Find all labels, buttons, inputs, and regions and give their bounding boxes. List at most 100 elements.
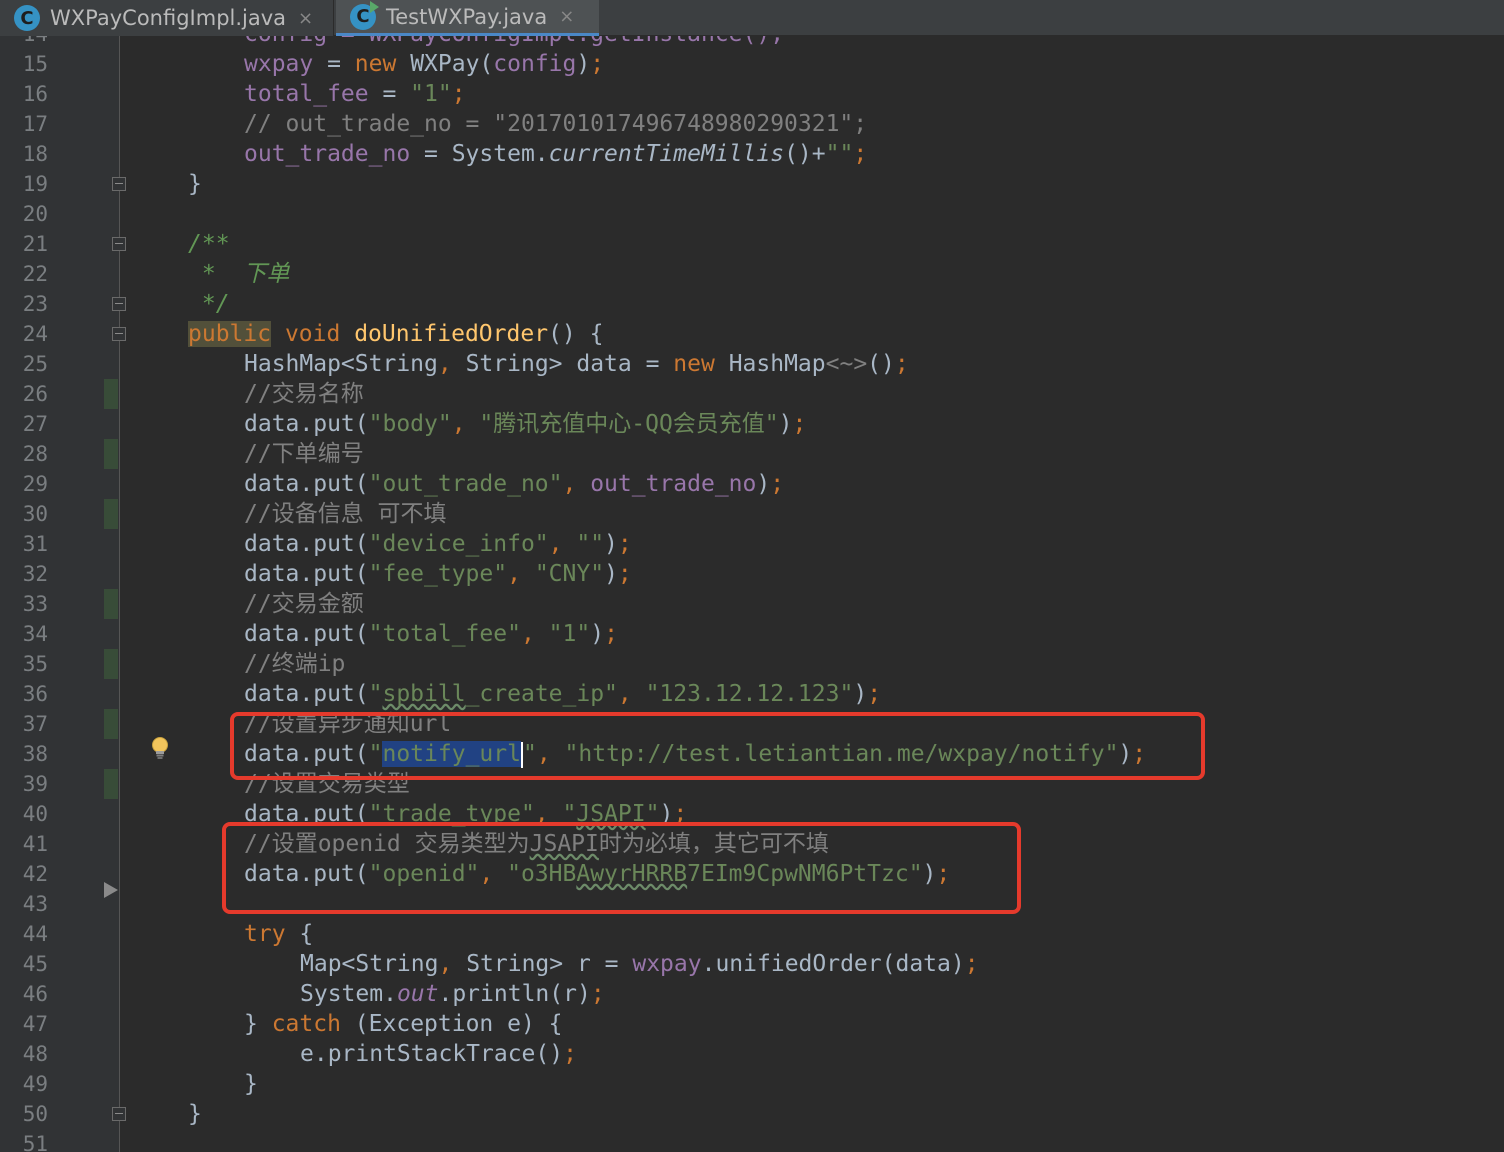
line-number: 17	[22, 112, 48, 136]
code-editor[interactable]: 14 config = WXPayConfigImpl.getInstance(…	[0, 36, 1504, 1152]
code-line: 25 HashMap<String, String> data = new Ha…	[0, 349, 1504, 379]
code-line: 32 data.put("fee_type", "CNY");	[0, 559, 1504, 589]
code-text[interactable]: //交易名称	[244, 379, 364, 409]
code-text[interactable]: //终端ip	[244, 649, 345, 679]
line-number: 34	[22, 622, 48, 646]
code-line: 22 * 下单	[0, 259, 1504, 289]
code-text[interactable]: // out_trade_no = "201701017496748980290…	[244, 109, 867, 139]
line-number: 23	[22, 292, 48, 316]
vcs-deleted-marker-icon[interactable]	[104, 882, 118, 898]
code-text[interactable]: System.out.println(r);	[300, 979, 605, 1009]
vcs-change-marker[interactable]	[104, 649, 118, 679]
tab-label: TestWXPay.java	[386, 4, 548, 29]
line-number: 14	[0, 36, 48, 49]
code-text[interactable]: //设备信息 可不填	[244, 499, 447, 529]
class-icon: C	[14, 5, 40, 31]
fold-start-icon[interactable]	[112, 327, 126, 341]
fold-start-icon[interactable]	[112, 237, 126, 251]
line-number: 25	[22, 352, 48, 376]
line-number: 50	[22, 1102, 48, 1126]
line-number: 37	[22, 712, 48, 736]
line-number: 15	[22, 52, 48, 76]
line-number: 40	[22, 802, 48, 826]
code-text[interactable]: data.put("device_info", "");	[244, 529, 632, 559]
line-number: 28	[22, 442, 48, 466]
code-line: 23 */	[0, 289, 1504, 319]
line-number: 30	[22, 502, 48, 526]
code-text[interactable]: }	[244, 1069, 258, 1099]
code-text[interactable]: * 下单	[188, 259, 290, 289]
code-text[interactable]: e.printStackTrace();	[300, 1039, 577, 1069]
line-number: 41	[22, 832, 48, 856]
code-line: 44 try {	[0, 919, 1504, 949]
line-number: 19	[22, 172, 48, 196]
tab-testwxpay[interactable]: C TestWXPay.java ×	[336, 0, 599, 36]
code-text[interactable]: wxpay = new WXPay(config);	[244, 49, 604, 79]
code-text[interactable]: public void doUnifiedOrder() {	[188, 319, 603, 349]
code-line: 51	[0, 1129, 1504, 1152]
code-text: config = WXPayConfigImpl.getInstance();	[244, 36, 784, 49]
vcs-change-marker[interactable]	[104, 769, 118, 799]
vcs-change-marker[interactable]	[104, 379, 118, 409]
code-text[interactable]: //交易金额	[244, 589, 364, 619]
vcs-change-marker[interactable]	[104, 499, 118, 529]
code-line: 49 }	[0, 1069, 1504, 1099]
line-number: 43	[22, 892, 48, 916]
code-text[interactable]: try {	[244, 919, 313, 949]
code-text[interactable]: out_trade_no = System.currentTimeMillis(…	[244, 139, 867, 169]
code-text[interactable]: } catch (Exception e) {	[244, 1009, 563, 1039]
fold-end-icon[interactable]	[112, 297, 126, 311]
line-number: 27	[22, 412, 48, 436]
code-text[interactable]: //下单编号	[244, 439, 364, 469]
code-line: 19 }	[0, 169, 1504, 199]
code-line: 20	[0, 199, 1504, 229]
vcs-change-marker[interactable]	[104, 439, 118, 469]
code-line: 46 System.out.println(r);	[0, 979, 1504, 1009]
close-icon[interactable]: ×	[559, 6, 574, 27]
line-number: 18	[22, 142, 48, 166]
code-text[interactable]: data.put("fee_type", "CNY");	[244, 559, 632, 589]
code-text[interactable]: total_fee = "1";	[244, 79, 466, 109]
line-number: 36	[22, 682, 48, 706]
vcs-change-marker[interactable]	[104, 589, 118, 619]
line-number: 33	[22, 592, 48, 616]
code-line: 31 data.put("device_info", "");	[0, 529, 1504, 559]
code-line: 29 data.put("out_trade_no", out_trade_no…	[0, 469, 1504, 499]
code-line: 48 e.printStackTrace();	[0, 1039, 1504, 1069]
code-line: 47 } catch (Exception e) {	[0, 1009, 1504, 1039]
code-line: 35 //终端ip	[0, 649, 1504, 679]
code-text[interactable]: Map<String, String> r = wxpay.unifiedOrd…	[300, 949, 979, 979]
lightbulb-icon[interactable]	[150, 736, 170, 760]
vcs-change-marker[interactable]	[104, 709, 118, 739]
line-number: 38	[22, 742, 48, 766]
line-number: 35	[22, 652, 48, 676]
code-text[interactable]: */	[188, 289, 230, 319]
code-line: 18 out_trade_no = System.currentTimeMill…	[0, 139, 1504, 169]
fold-end-icon[interactable]	[112, 1107, 126, 1121]
tab-label: WXPayConfigImpl.java	[50, 6, 287, 30]
code-line: 14 config = WXPayConfigImpl.getInstance(…	[0, 36, 1504, 49]
line-number: 39	[22, 772, 48, 796]
code-line: 26 //交易名称	[0, 379, 1504, 409]
code-line: 27 data.put("body", "腾讯充值中心-QQ会员充值");	[0, 409, 1504, 439]
code-text[interactable]: }	[188, 169, 202, 199]
tab-wxpayconfigimpl[interactable]: C WXPayConfigImpl.java ×	[0, 0, 334, 36]
code-text[interactable]: data.put("body", "腾讯充值中心-QQ会员充值");	[244, 409, 806, 439]
code-text[interactable]: data.put("total_fee", "1");	[244, 619, 618, 649]
code-line: 34 data.put("total_fee", "1");	[0, 619, 1504, 649]
code-line: 16 total_fee = "1";	[0, 79, 1504, 109]
line-number: 45	[22, 952, 48, 976]
code-line: 21 /**	[0, 229, 1504, 259]
code-text[interactable]: }	[188, 1099, 202, 1129]
editor-tab-bar: C WXPayConfigImpl.java × C TestWXPay.jav…	[0, 0, 1504, 36]
code-line: 36 data.put("spbill_create_ip", "123.12.…	[0, 679, 1504, 709]
line-number: 49	[22, 1072, 48, 1096]
close-icon[interactable]: ×	[298, 8, 313, 29]
code-text[interactable]: /**	[188, 229, 230, 259]
code-text[interactable]: HashMap<String, String> data = new HashM…	[244, 349, 909, 379]
code-text[interactable]: data.put("out_trade_no", out_trade_no);	[244, 469, 784, 499]
code-text[interactable]: data.put("spbill_create_ip", "123.12.12.…	[244, 679, 881, 709]
fold-end-icon[interactable]	[112, 177, 126, 191]
line-number: 44	[22, 922, 48, 946]
code-line: 45 Map<String, String> r = wxpay.unified…	[0, 949, 1504, 979]
